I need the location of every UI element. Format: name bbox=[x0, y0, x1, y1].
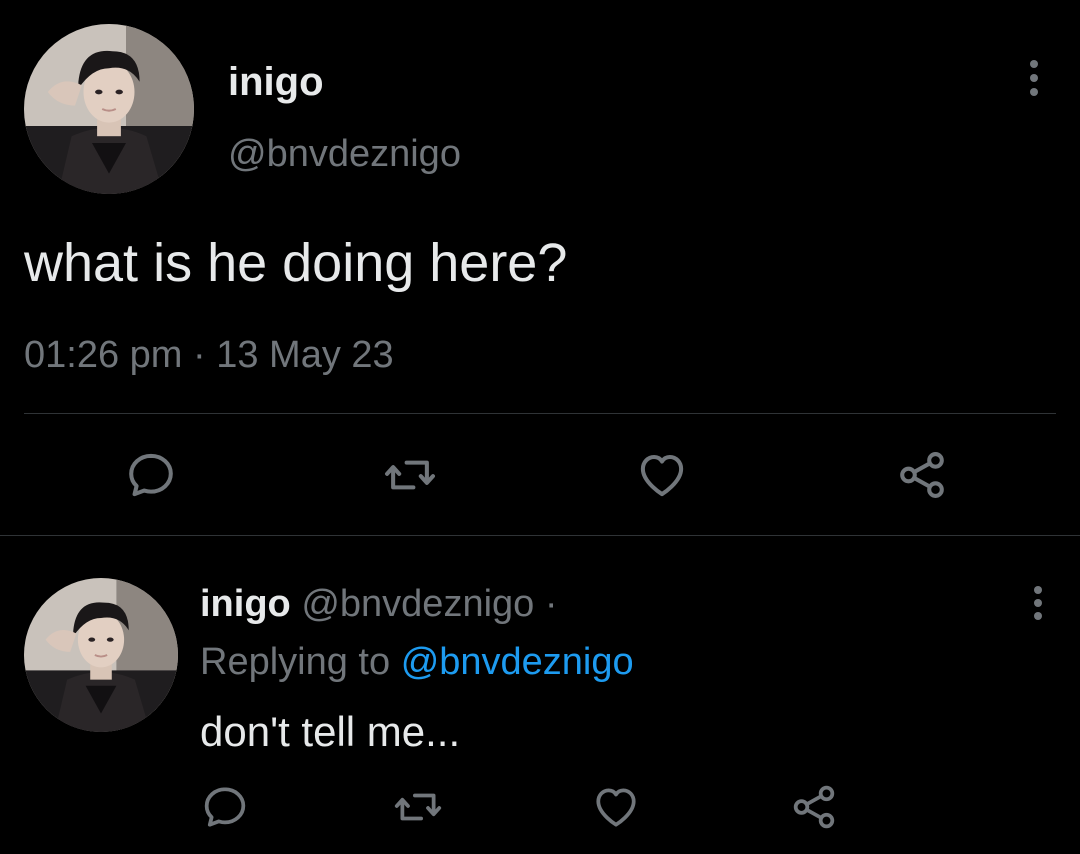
tweet-time: 01:26 pm bbox=[24, 334, 183, 376]
meta-separator: · bbox=[193, 334, 206, 376]
main-tweet: inigo @bnvdeznigo what is he doing here?… bbox=[0, 0, 1080, 536]
retweet-icon[interactable] bbox=[382, 448, 438, 502]
like-icon[interactable] bbox=[634, 448, 690, 502]
tweet-divider bbox=[0, 535, 1080, 536]
author-name[interactable]: inigo bbox=[200, 583, 291, 625]
header-dot: · bbox=[544, 583, 558, 625]
more-options-icon[interactable] bbox=[1024, 60, 1044, 96]
avatar[interactable] bbox=[24, 24, 194, 194]
replying-to-label: Replying to bbox=[200, 641, 391, 683]
reply-icon[interactable] bbox=[124, 448, 178, 502]
divider bbox=[24, 413, 1056, 414]
reply-icon[interactable] bbox=[200, 782, 250, 832]
reply-text: don't tell me... bbox=[200, 708, 461, 755]
tweet-timestamp: 01:26 pm · 13 May 23 bbox=[24, 332, 394, 378]
replying-to: Replying to @bnvdeznigo bbox=[200, 638, 634, 686]
replying-to-handle-link[interactable]: @bnvdeznigo bbox=[401, 641, 634, 683]
share-icon[interactable] bbox=[788, 782, 840, 832]
author-name[interactable]: inigo bbox=[228, 58, 324, 106]
reply-header: inigo @bnvdeznigo · bbox=[200, 580, 558, 628]
share-icon[interactable] bbox=[894, 448, 950, 502]
author-handle[interactable]: @bnvdeznigo bbox=[301, 583, 534, 625]
avatar[interactable] bbox=[24, 578, 178, 732]
like-icon[interactable] bbox=[590, 782, 642, 832]
tweet-text: what is he doing here? bbox=[24, 233, 568, 293]
retweet-icon[interactable] bbox=[392, 782, 444, 832]
more-options-icon[interactable] bbox=[1028, 586, 1048, 620]
author-handle[interactable]: @bnvdeznigo bbox=[228, 130, 461, 178]
tweet-date: 13 May 23 bbox=[216, 334, 394, 376]
